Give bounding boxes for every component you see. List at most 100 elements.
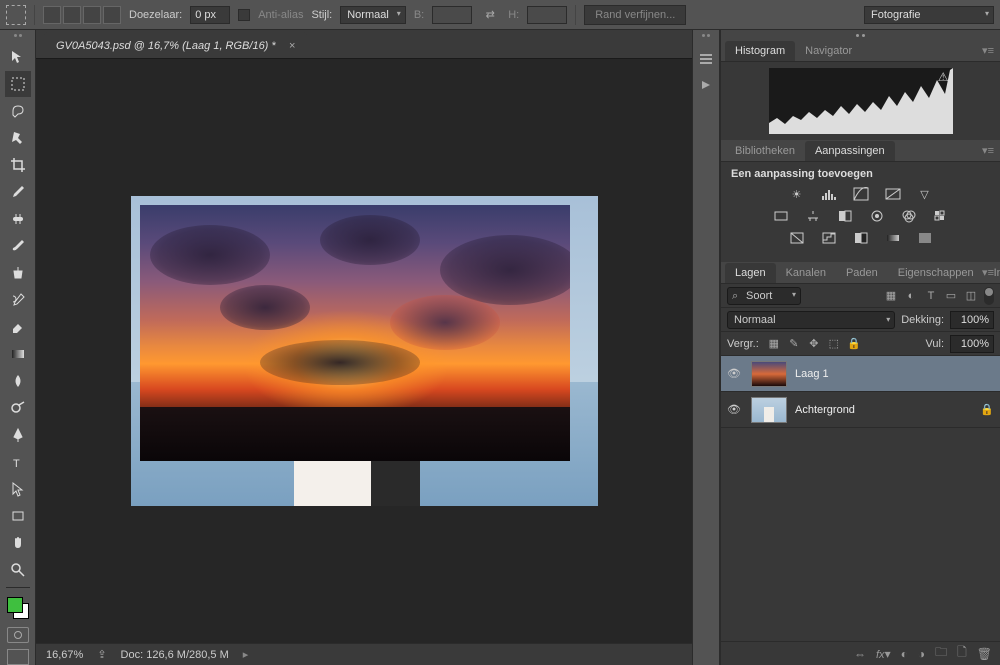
exposure-icon[interactable]	[884, 186, 902, 202]
layer-thumbnail[interactable]	[751, 397, 787, 423]
path-selection-tool[interactable]	[5, 476, 31, 502]
style-dropdown[interactable]: Normaal	[340, 6, 406, 24]
screen-mode-toggle[interactable]	[7, 649, 29, 665]
new-layer-icon[interactable]: 🗋	[957, 643, 967, 664]
actions-panel-icon[interactable]	[696, 76, 716, 94]
panel-menu-icon[interactable]: ▾≡	[982, 266, 994, 279]
share-icon[interactable]: ⇪	[97, 648, 106, 661]
type-tool[interactable]: T	[5, 449, 31, 475]
filter-smart-icon[interactable]: ◫	[964, 289, 978, 303]
histogram-chart[interactable]: ⚠	[769, 68, 953, 134]
quick-mask-toggle[interactable]	[7, 627, 29, 643]
quick-selection-tool[interactable]	[5, 125, 31, 151]
doc-info[interactable]: Doc: 126,6 M/280,5 M	[121, 649, 229, 661]
lock-transparency-icon[interactable]: ▦	[767, 337, 781, 351]
channels-tab[interactable]: Kanalen	[776, 263, 836, 283]
layer-row[interactable]: 👁 Laag 1	[721, 356, 1000, 392]
zoom-tool[interactable]	[5, 557, 31, 583]
layer-name[interactable]: Laag 1	[795, 368, 829, 380]
blend-mode-dropdown[interactable]: Normaal	[727, 311, 895, 329]
navigator-tab[interactable]: Navigator	[795, 41, 862, 61]
paths-tab[interactable]: Paden	[836, 263, 888, 283]
histogram-warning-icon[interactable]: ⚠	[938, 70, 949, 84]
channel-mixer-icon[interactable]	[900, 208, 918, 224]
workspace-dropdown[interactable]: Fotografie	[864, 6, 994, 24]
current-tool-indicator[interactable]	[6, 5, 26, 25]
panel-menu-icon[interactable]: ▾≡	[982, 144, 994, 157]
curves-icon[interactable]	[852, 186, 870, 202]
selection-add-icon[interactable]	[63, 6, 81, 24]
histogram-tab[interactable]: Histogram	[725, 41, 795, 61]
filter-type-icon[interactable]: T	[924, 289, 938, 303]
filter-pixel-icon[interactable]: ▦	[884, 289, 898, 303]
dodge-tool[interactable]	[5, 395, 31, 421]
panel-grabber[interactable]	[696, 34, 716, 42]
feather-input[interactable]	[190, 6, 230, 24]
gradient-map-icon[interactable]	[884, 230, 902, 246]
black-white-icon[interactable]	[836, 208, 854, 224]
posterize-icon[interactable]	[820, 230, 838, 246]
foreground-color-swatch[interactable]	[7, 597, 23, 613]
adjustments-tab[interactable]: Aanpassingen	[805, 141, 895, 161]
history-brush-tool[interactable]	[5, 287, 31, 313]
refine-edge-button[interactable]: Rand verfijnen...	[584, 5, 686, 25]
hand-tool[interactable]	[5, 530, 31, 556]
filter-adjustment-icon[interactable]: ◐	[904, 289, 918, 303]
gradient-tool[interactable]	[5, 341, 31, 367]
filter-shape-icon[interactable]: ▭	[944, 289, 958, 303]
lasso-tool[interactable]	[5, 98, 31, 124]
eyedropper-tool[interactable]	[5, 179, 31, 205]
panel-grabber[interactable]	[721, 30, 1000, 40]
add-mask-icon[interactable]: ◐	[901, 647, 908, 661]
vibrance-icon[interactable]: ▽	[916, 186, 934, 202]
rectangle-tool[interactable]	[5, 503, 31, 529]
panel-grabber[interactable]	[3, 34, 33, 44]
selection-intersect-icon[interactable]	[103, 6, 121, 24]
color-lookup-icon[interactable]	[932, 208, 950, 224]
move-tool[interactable]	[5, 44, 31, 70]
selection-subtract-icon[interactable]	[83, 6, 101, 24]
lock-artboard-icon[interactable]: ⬚	[827, 337, 841, 351]
threshold-icon[interactable]	[852, 230, 870, 246]
document-canvas[interactable]	[131, 196, 598, 506]
new-adjustment-layer-icon[interactable]: ◑	[918, 647, 925, 661]
hue-saturation-icon[interactable]	[772, 208, 790, 224]
spot-healing-tool[interactable]	[5, 206, 31, 232]
layer-filter-kind-dropdown[interactable]: Soort	[727, 287, 801, 305]
color-swatches[interactable]	[5, 595, 31, 621]
marquee-tool[interactable]	[5, 71, 31, 97]
color-balance-icon[interactable]	[804, 208, 822, 224]
lock-all-icon[interactable]: 🔒	[847, 337, 861, 351]
eraser-tool[interactable]	[5, 314, 31, 340]
opacity-input[interactable]	[950, 311, 994, 329]
brush-tool[interactable]	[5, 233, 31, 259]
crop-tool[interactable]	[5, 152, 31, 178]
new-group-icon[interactable]: 🗀	[935, 643, 947, 664]
brightness-contrast-icon[interactable]: ☀	[788, 186, 806, 202]
canvas-viewport[interactable]	[36, 58, 692, 643]
photo-filter-icon[interactable]	[868, 208, 886, 224]
document-tab[interactable]: GV0A5043.psd @ 16,7% (Laag 1, RGB/16) * …	[44, 32, 307, 58]
layer-fx-icon[interactable]: fx▾	[876, 647, 891, 661]
history-panel-icon[interactable]	[696, 50, 716, 68]
layer-thumbnail[interactable]	[751, 361, 787, 387]
close-tab-icon[interactable]: ×	[289, 40, 295, 52]
visibility-toggle-icon[interactable]: 👁	[727, 403, 743, 416]
visibility-toggle-icon[interactable]: 👁	[727, 367, 743, 380]
lock-position-icon[interactable]: ✥	[807, 337, 821, 351]
lock-pixels-icon[interactable]: ✎	[787, 337, 801, 351]
invert-icon[interactable]	[788, 230, 806, 246]
zoom-level[interactable]: 16,67%	[46, 649, 83, 661]
libraries-tab[interactable]: Bibliotheken	[725, 141, 805, 161]
link-layers-icon[interactable]: ⇔	[854, 647, 866, 661]
selection-new-icon[interactable]	[43, 6, 61, 24]
fill-input[interactable]	[950, 335, 994, 353]
layer-row[interactable]: 👁 Achtergrond 🔒	[721, 392, 1000, 428]
blur-tool[interactable]	[5, 368, 31, 394]
pen-tool[interactable]	[5, 422, 31, 448]
levels-icon[interactable]	[820, 186, 838, 202]
clone-stamp-tool[interactable]	[5, 260, 31, 286]
panel-menu-icon[interactable]: ▾≡	[982, 44, 994, 57]
layer-filter-toggle[interactable]	[984, 287, 994, 305]
selective-color-icon[interactable]	[916, 230, 934, 246]
